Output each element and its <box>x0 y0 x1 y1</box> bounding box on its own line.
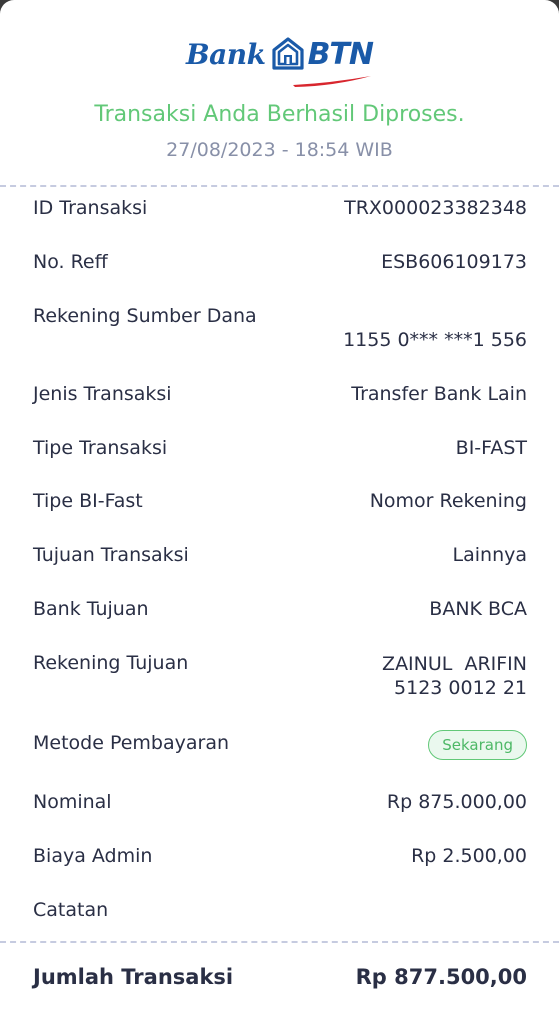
detail-label: Tujuan Transaksi <box>33 544 189 566</box>
bank-btn-logo: Bank BTN <box>0 26 559 87</box>
detail-row-biaya-admin: Biaya Admin Rp 2.500,00 <box>33 845 527 867</box>
detail-row-metode-pembayaran: Metode Pembayaran Sekarang <box>33 730 527 760</box>
detail-value: TRX000023382348 <box>344 197 527 219</box>
detail-row-id-transaksi: ID Transaksi TRX000023382348 <box>33 197 527 219</box>
total-value: Rp 877.500,00 <box>355 965 527 989</box>
detail-label: ID Transaksi <box>33 197 148 219</box>
house-logo-icon <box>271 37 304 70</box>
transaction-receipt: Bank BTN Transaksi Anda Berhasil Diprose… <box>0 0 559 1024</box>
recipient-account: ZAINUL ARIFIN 5123 0012 21 <box>382 652 527 700</box>
detail-row-bank-tujuan: Bank Tujuan BANK BCA <box>33 598 527 620</box>
detail-value: ESB606109173 <box>381 251 527 273</box>
detail-value: Rp 2.500,00 <box>411 845 527 867</box>
detail-label: Catatan <box>33 899 109 921</box>
detail-row-rekening-sumber: Rekening Sumber Dana <box>33 305 527 327</box>
payment-method-badge: Sekarang <box>428 730 527 760</box>
detail-value-rekening-sumber: 1155 0*** ***1 556 <box>343 329 527 351</box>
dashed-divider <box>0 185 559 187</box>
detail-label: Biaya Admin <box>33 845 153 867</box>
detail-value: BI-FAST <box>455 437 527 459</box>
logo-text-bank: Bank <box>185 37 266 71</box>
detail-label: No. Reff <box>33 251 108 273</box>
detail-row-nominal: Nominal Rp 875.000,00 <box>33 791 527 813</box>
detail-label: Rekening Sumber Dana <box>33 305 257 327</box>
detail-label: Nominal <box>33 791 112 813</box>
total-row: Jumlah Transaksi Rp 877.500,00 <box>33 965 527 989</box>
detail-value: Transfer Bank Lain <box>351 383 527 405</box>
detail-row-rekening-tujuan: Rekening Tujuan ZAINUL ARIFIN 5123 0012 … <box>33 652 527 700</box>
detail-row-tujuan-transaksi: Tujuan Transaksi Lainnya <box>33 544 527 566</box>
detail-value: Rp 875.000,00 <box>386 791 527 813</box>
detail-label: Tipe Transaksi <box>33 437 168 459</box>
logo-swoosh-icon <box>293 75 371 87</box>
success-message: Transaksi Anda Berhasil Diproses. <box>94 102 465 127</box>
detail-row-catatan: Catatan <box>33 899 527 921</box>
detail-row-no-reff: No. Reff ESB606109173 <box>33 251 527 273</box>
detail-value: BANK BCA <box>429 598 527 620</box>
detail-row-tipe-bifast: Tipe BI-Fast Nomor Rekening <box>33 490 527 512</box>
logo-text-btn: BTN <box>307 36 374 72</box>
transaction-datetime: 27/08/2023 - 18:54 WIB <box>166 139 393 161</box>
detail-row-jenis-transaksi: Jenis Transaksi Transfer Bank Lain <box>33 383 527 405</box>
detail-label: Metode Pembayaran <box>33 732 230 754</box>
detail-value: Nomor Rekening <box>369 490 527 512</box>
detail-label: Jenis Transaksi <box>33 383 172 405</box>
detail-value: Lainnya <box>452 544 527 566</box>
dashed-divider <box>0 941 559 943</box>
detail-row-tipe-transaksi: Tipe Transaksi BI-FAST <box>33 437 527 459</box>
recipient-account-number: 5123 0012 21 <box>394 677 527 699</box>
detail-label: Rekening Tujuan <box>33 652 189 674</box>
total-label: Jumlah Transaksi <box>33 965 234 989</box>
detail-label: Tipe BI-Fast <box>33 490 143 512</box>
detail-label: Bank Tujuan <box>33 598 149 620</box>
recipient-name: ZAINUL ARIFIN <box>382 653 527 675</box>
